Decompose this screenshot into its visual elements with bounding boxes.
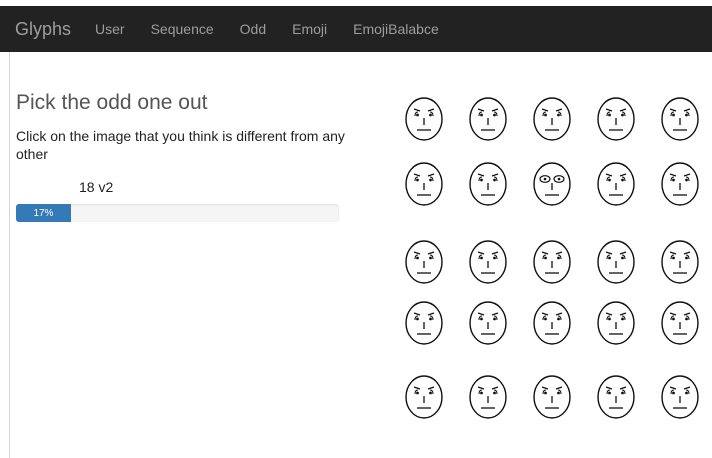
face-glyph-r3-c5[interactable] — [658, 238, 702, 286]
face-glyph-r1-c4[interactable] — [594, 95, 638, 143]
face-glyph-r4-c1[interactable] — [402, 299, 446, 347]
instructions-text: Click on the image that you think is dif… — [16, 128, 345, 162]
progress-bar: 17% — [16, 204, 71, 222]
face-glyph-r3-c1[interactable] — [402, 238, 446, 286]
face-glyph-r5-c3[interactable] — [530, 373, 574, 421]
face-glyph-r4-c3[interactable] — [530, 299, 574, 347]
left-divider — [9, 52, 10, 458]
nav-item-emojibalabce[interactable]: EmojiBalabce — [353, 21, 439, 37]
face-glyph-r2-c2[interactable] — [466, 160, 510, 208]
face-glyph-r4-c2[interactable] — [466, 299, 510, 347]
face-glyph-r4-c5[interactable] — [658, 299, 702, 347]
face-glyph-r1-c2[interactable] — [466, 95, 510, 143]
nav-item-user[interactable]: User — [95, 21, 125, 37]
face-glyph-r1-c3[interactable] — [530, 95, 574, 143]
face-glyph-r2-c5[interactable] — [658, 160, 702, 208]
face-glyph-r1-c1[interactable] — [402, 95, 446, 143]
face-glyph-r5-c5[interactable] — [658, 373, 702, 421]
face-glyph-r3-c2[interactable] — [466, 238, 510, 286]
nav-item-sequence[interactable]: Sequence — [151, 21, 214, 37]
face-glyph-r3-c4[interactable] — [594, 238, 638, 286]
face-glyph-r1-c5[interactable] — [658, 95, 702, 143]
progress-track: 17% — [16, 204, 339, 222]
nav-item-odd[interactable]: Odd — [240, 21, 266, 37]
trial-label: 18 v2 — [79, 179, 114, 195]
face-glyph-r3-c3[interactable] — [530, 238, 574, 286]
face-glyph-r2-c4[interactable] — [594, 160, 638, 208]
nav-item-emoji[interactable]: Emoji — [292, 21, 327, 37]
page-title: Pick the odd one out — [16, 91, 208, 114]
face-glyph-r2-c1[interactable] — [402, 160, 446, 208]
face-glyph-r5-c2[interactable] — [466, 373, 510, 421]
progress-label: 17% — [33, 207, 54, 219]
face-glyph-r5-c4[interactable] — [594, 373, 638, 421]
brand-link[interactable]: Glyphs — [15, 19, 71, 40]
face-glyph-r5-c1[interactable] — [402, 373, 446, 421]
top-navbar: Glyphs User Sequence Odd Emoji EmojiBala… — [0, 6, 712, 52]
face-glyph-r2-c3[interactable] — [530, 160, 574, 208]
face-glyph-r4-c4[interactable] — [594, 299, 638, 347]
